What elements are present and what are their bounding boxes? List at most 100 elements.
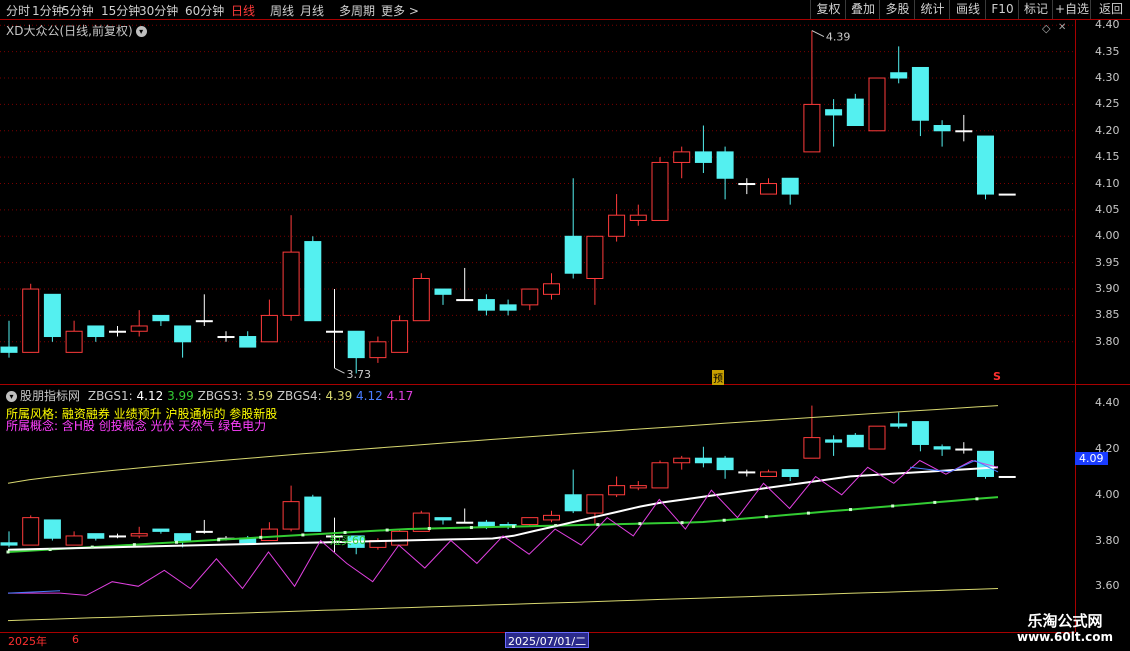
candle-body-6 [130,325,148,332]
period-tab-6[interactable]: 日线 [231,2,255,19]
candlestick-chart[interactable]: 4.39 3.73 [0,20,1075,384]
ind-candle-body-6 [130,533,148,537]
period-tab-9[interactable]: 多周期 [339,2,375,19]
candle-body-35 [760,183,777,195]
green-dot-10 [217,538,221,542]
green-dot-12 [259,535,263,539]
green-dot-40 [849,508,853,512]
low-label: 3.73 [347,368,372,381]
candle-body-46 [998,193,1016,196]
price-tick-2: 4.30 [1095,71,1120,85]
candle-body-15 [326,330,343,333]
candle-body-18 [391,320,409,353]
candle-body-28 [608,214,626,237]
ind-candle-body-29 [629,485,647,489]
candle-body-19 [412,277,430,322]
ind-candle-body-1 [22,517,40,546]
candle-body-34 [738,183,756,186]
candle-body-43 [933,125,951,132]
ind-candle-body-14 [304,496,322,532]
green-dot-8 [175,540,179,544]
toolbar-button-6[interactable]: 标记 [1018,0,1053,19]
period-tab-7[interactable]: 周线 [270,2,294,19]
green-dot-46 [975,497,979,501]
toolbar-button-3[interactable]: 统计 [914,0,950,19]
green-dot-28 [596,523,600,527]
price-tick-11: 3.85 [1095,308,1120,322]
green-dot-6 [132,543,136,547]
candle-body-26 [564,235,582,274]
candle-body-31 [673,151,691,163]
candle-body-8 [174,325,192,343]
green-dot-26 [554,524,558,528]
period-tab-3[interactable]: 15分钟 [101,2,140,19]
ind-candle-body-40 [868,425,886,450]
ind-candle-body-37 [803,437,821,459]
ind-candle-body-12 [260,528,278,542]
candle-body-5 [109,330,126,333]
year-label: 2025年 [8,635,47,648]
ind-candle-body-5 [109,535,126,538]
candle-body-21 [456,299,474,302]
forecast-marker: 预 [712,370,724,385]
indicator-tick-3: 3.80 [1095,533,1120,547]
period-tab-8[interactable]: 月线 [300,2,324,19]
candle-body-10 [217,336,235,339]
watermark-title: 乐淘公式网 [1027,612,1103,630]
candle-body-9 [195,320,213,323]
candle-body-14 [304,241,322,322]
green-dot-4 [90,545,94,549]
ind-candle-body-39 [846,434,864,448]
toolbar-button-4[interactable]: 画线 [949,0,986,19]
period-tab-2[interactable]: 5分钟 [62,2,94,19]
candle-body-37 [803,103,821,153]
green-dot-0 [6,550,10,554]
short-buy-label: 短买60 [330,534,366,547]
toolbar-button-1[interactable]: 叠加 [845,0,880,19]
period-tab-1[interactable]: 1分钟 [32,2,64,19]
toolbar-button-8[interactable]: 返回 [1090,0,1130,19]
candle-body-45 [977,135,994,195]
green-dot-22 [469,526,473,530]
price-tick-6: 4.10 [1095,176,1120,190]
date-badge: 2025/07/01/二 [505,632,590,648]
period-tab-5[interactable]: 60分钟 [185,2,224,19]
indicator-chart[interactable] [0,385,1075,632]
ind-candle-body-13 [282,501,300,530]
candle-body-16 [347,330,365,359]
price-tick-3: 4.25 [1095,97,1120,111]
indicator-tick-0: 4.40 [1095,396,1120,410]
low-pointer [334,367,345,374]
green-dot-18 [385,528,389,532]
price-tick-10: 3.90 [1095,282,1120,296]
ind-candle-body-0 [0,542,18,546]
toolbar-button-5[interactable]: F10 [985,0,1019,19]
green-dot-14 [301,533,305,537]
indicator-tick-4: 3.60 [1095,579,1120,593]
toolbar-button-2[interactable]: 多股 [879,0,915,19]
green-dot-42 [891,504,895,508]
price-tick-5: 4.15 [1095,150,1120,164]
ind-candle-body-44 [955,448,973,451]
candle-body-25 [543,283,560,295]
candle-body-22 [477,299,495,311]
ind-candle-body-28 [608,485,626,496]
ind-candle-body-34 [738,471,756,474]
green-dot-30 [638,522,642,526]
candle-body-7 [152,314,170,322]
period-tab-10[interactable]: 更多 > [381,2,419,19]
candle-body-2 [43,293,61,338]
candle-body-42 [911,66,929,121]
candle-body-1 [22,288,40,353]
toolbar-button-7[interactable]: +自选 [1052,0,1091,19]
period-tab-4[interactable]: 30分钟 [139,2,178,19]
period-tab-0[interactable]: 分时 [6,2,30,19]
candle-body-30 [651,161,669,221]
candle-body-3 [65,330,83,353]
candle-body-27 [586,235,604,279]
candle-body-11 [239,336,257,348]
toolbar-button-0[interactable]: 复权 [810,0,846,19]
ind-candle-body-7 [152,528,170,532]
ind-candle-body-42 [911,421,929,445]
ind-candle-body-46 [998,475,1016,478]
